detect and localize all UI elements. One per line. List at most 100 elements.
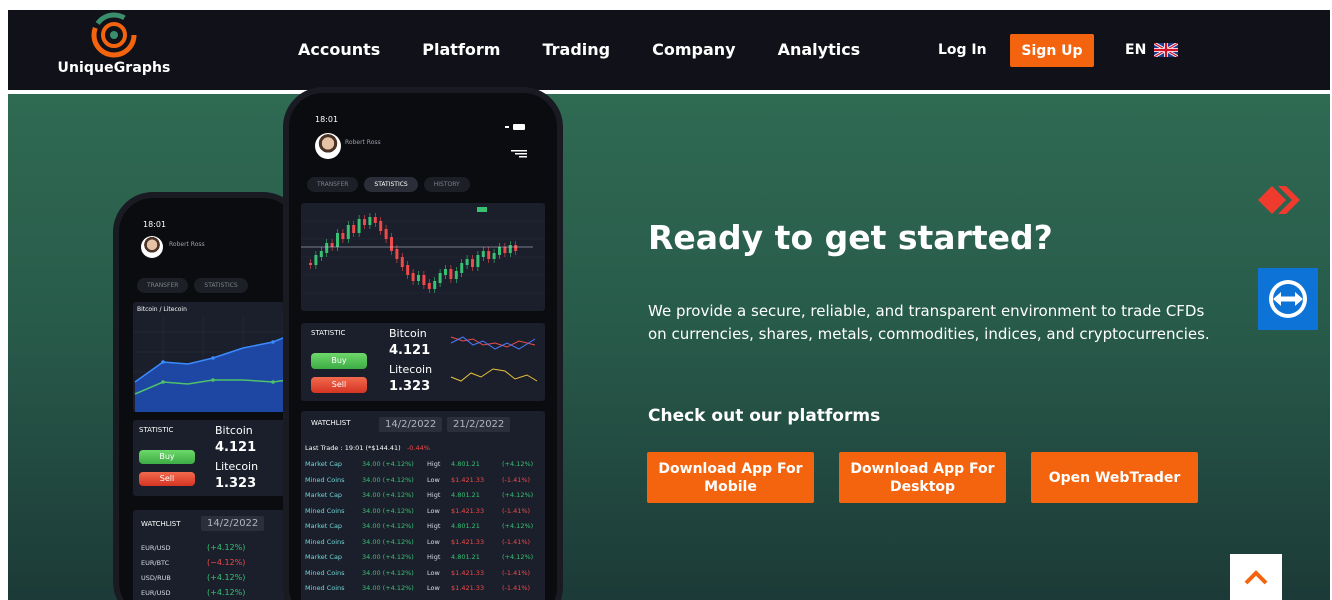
nav-accounts[interactable]: Accounts bbox=[298, 40, 380, 59]
row-value: 34.00 (+4.12%) bbox=[362, 568, 414, 577]
brand-name: UniqueGraphs bbox=[57, 60, 171, 76]
tab-transfer: TRANSFER bbox=[137, 278, 189, 293]
watchlist-date: 14/2/2022 bbox=[379, 417, 443, 432]
nav-analytics[interactable]: Analytics bbox=[778, 40, 861, 59]
row-percent: (-1.41%) bbox=[502, 506, 531, 515]
row-percent: (-1.41%) bbox=[502, 568, 531, 577]
statistic-label: STATISTIC bbox=[311, 329, 346, 337]
signup-button[interactable]: Sign Up bbox=[1010, 34, 1094, 67]
row-pair: EUR/BTC bbox=[141, 559, 170, 567]
watchlist-date: 14/2/2022 bbox=[201, 516, 265, 531]
row-key: Low bbox=[427, 506, 440, 515]
row-key: Higt bbox=[427, 522, 441, 530]
area-chart bbox=[133, 317, 297, 412]
row-key: Higt bbox=[427, 460, 441, 468]
login-link[interactable]: Log In bbox=[938, 42, 987, 58]
row-price: 4.801.21 bbox=[451, 460, 480, 468]
anydesk-icon[interactable] bbox=[1258, 180, 1300, 220]
row-price: $1.421.33 bbox=[451, 537, 485, 546]
row-value: 34.00 (+4.12%) bbox=[362, 522, 414, 530]
logo-icon bbox=[91, 12, 137, 58]
candle-body bbox=[471, 259, 474, 267]
buy-button: Buy bbox=[139, 450, 195, 464]
watchlist-title: WATCHLIST bbox=[311, 419, 351, 427]
candle-body bbox=[373, 217, 377, 223]
row-price: $1.421.33 bbox=[451, 584, 485, 592]
candle-body bbox=[449, 269, 453, 279]
row-name: Mined Coins bbox=[305, 568, 345, 577]
row-percent: (-1.41%) bbox=[502, 537, 531, 546]
candle-body bbox=[438, 273, 442, 283]
candle-body bbox=[400, 257, 404, 267]
candle-body bbox=[390, 237, 393, 251]
row-value: 34.00 (+4.12%) bbox=[362, 491, 414, 499]
buy-button: Buy bbox=[311, 353, 367, 369]
phone-mockup-back: 18:01 Robert Ross TRANSFER STATISTICS Bi… bbox=[113, 192, 303, 600]
candle-body bbox=[336, 233, 339, 247]
candlestick-chart bbox=[301, 207, 545, 294]
row-price: $1.421.33 bbox=[451, 568, 485, 577]
candle-body bbox=[309, 263, 312, 265]
candle-body bbox=[514, 245, 518, 251]
phone-mockup-front: 18:01 Robert Ross TRANSFER STATISTICS HI… bbox=[283, 87, 563, 600]
nav-trading[interactable]: Trading bbox=[542, 40, 610, 59]
row-key: Low bbox=[427, 537, 440, 546]
candle-body bbox=[395, 249, 399, 259]
row-pair: EUR/USD bbox=[141, 544, 171, 552]
candle-body bbox=[363, 219, 366, 225]
scroll-to-top-button[interactable] bbox=[1230, 554, 1282, 600]
candle-body bbox=[508, 245, 512, 253]
watchlist-panel: WATCHLIST 14/2/2022 EUR/USD (+4.12%) EUR/B… bbox=[133, 510, 297, 600]
row-value: 34.00 (+4.12%) bbox=[362, 506, 414, 515]
coin-value: 4.121 bbox=[215, 440, 257, 455]
row-value: 34.00 (+4.12%) bbox=[362, 584, 414, 592]
download-desktop-button[interactable]: Download App For Desktop bbox=[839, 452, 1006, 503]
download-mobile-button[interactable]: Download App For Mobile bbox=[647, 452, 814, 503]
top-navbar: UniqueGraphs Accounts Platform Trading C… bbox=[8, 10, 1330, 90]
row-percent: (+4.12%) bbox=[502, 522, 534, 530]
row-key: Higt bbox=[427, 553, 441, 561]
tab-statistics: STATISTICS bbox=[194, 278, 248, 293]
chevron-up-icon bbox=[1244, 570, 1268, 585]
row-name: Mined Coins bbox=[305, 537, 345, 546]
last-trade-change: -0.44% bbox=[406, 444, 430, 452]
row-pair: USD/RUB bbox=[141, 574, 171, 582]
candle-body bbox=[487, 251, 491, 259]
candle-body bbox=[498, 247, 501, 255]
row-name: Market Cap bbox=[305, 522, 343, 530]
row-name: Market Cap bbox=[305, 553, 343, 561]
candle-body bbox=[444, 269, 447, 275]
phone-time: 18:01 bbox=[315, 115, 339, 124]
open-webtrader-button[interactable]: Open WebTrader bbox=[1031, 452, 1198, 503]
coin-value: 1.323 bbox=[215, 476, 257, 491]
nav-platform[interactable]: Platform bbox=[422, 40, 500, 59]
row-percent: (+4.12%) bbox=[207, 588, 246, 597]
row-key: Low bbox=[427, 568, 440, 577]
sell-button: Sell bbox=[139, 472, 195, 486]
candlestick-panel bbox=[301, 203, 545, 311]
teamviewer-button[interactable] bbox=[1258, 268, 1318, 330]
phone-tabs: TRANSFER STATISTICS bbox=[137, 278, 248, 293]
tab-transfer: TRANSFER bbox=[307, 177, 359, 192]
row-key: Low bbox=[427, 475, 440, 484]
tab-history: HISTORY bbox=[423, 177, 470, 192]
statistic-panel: STATISTIC Buy Sell Bitcoin 4.121 Litecoi… bbox=[301, 323, 545, 401]
candle-body bbox=[465, 259, 469, 265]
row-name: Market Cap bbox=[305, 491, 343, 499]
row-pair: EUR/USD bbox=[141, 589, 171, 597]
row-name: Mined Coins bbox=[305, 506, 345, 515]
watchlist-date: 21/2/2022 bbox=[447, 417, 511, 432]
language-code: EN bbox=[1125, 42, 1147, 58]
candle-body bbox=[411, 273, 415, 281]
candle-body bbox=[341, 233, 345, 239]
candle-body bbox=[417, 275, 420, 281]
row-percent: (+4.12%) bbox=[502, 460, 534, 468]
nav-company[interactable]: Company bbox=[652, 40, 735, 59]
language-selector[interactable]: EN bbox=[1125, 42, 1179, 58]
brand-logo[interactable]: UniqueGraphs bbox=[54, 12, 174, 90]
coin-name: Litecoin bbox=[215, 460, 259, 473]
teamviewer-icon bbox=[1269, 280, 1307, 318]
candle-body bbox=[481, 251, 485, 257]
row-price: $1.421.33 bbox=[451, 475, 485, 484]
avatar bbox=[315, 133, 341, 159]
